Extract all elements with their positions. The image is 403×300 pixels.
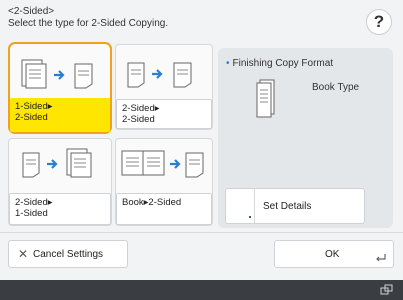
two-sided-to-two-sided-icon bbox=[127, 62, 192, 88]
option-label-line1: 1-Sided▸ bbox=[15, 101, 53, 112]
option-2sided-to-1sided[interactable]: 2-Sided▸ 1-Sided bbox=[8, 138, 112, 226]
status-bar bbox=[0, 280, 403, 300]
option-label-line1: 2-Sided▸ bbox=[15, 197, 53, 208]
option-book-to-2sided[interactable]: Book▸2-Sided bbox=[115, 138, 213, 226]
book-type-icon bbox=[256, 79, 275, 118]
divider bbox=[0, 232, 403, 233]
one-sided-to-two-sided-icon bbox=[21, 59, 93, 89]
help-button[interactable]: ? bbox=[366, 9, 392, 35]
cancel-settings-label: Cancel Settings bbox=[33, 249, 104, 260]
book-to-two-sided-icon bbox=[121, 150, 204, 178]
enter-arrow-icon bbox=[376, 254, 386, 262]
close-icon: ✕ bbox=[18, 247, 29, 261]
ok-button[interactable]: OK bbox=[274, 240, 394, 268]
finishing-value: Book Type bbox=[312, 82, 360, 93]
screen-title: <2-Sided> bbox=[8, 6, 55, 17]
set-details-button[interactable]: Set Details bbox=[225, 188, 365, 224]
option-label-line1: 2-Sided▸ bbox=[122, 103, 160, 114]
screen-instruction: Select the type for 2-Sided Copying. bbox=[8, 18, 169, 29]
two-sided-to-one-sided-icon bbox=[22, 148, 92, 178]
option-1sided-to-2sided[interactable]: 1-Sided▸ 2-Sided bbox=[8, 42, 112, 134]
option-label-line1: Book▸2-Sided bbox=[122, 197, 182, 208]
set-details-label: Set Details bbox=[263, 201, 312, 212]
option-label-line2: 2-Sided bbox=[122, 114, 155, 125]
set-details-tab bbox=[226, 189, 255, 223]
option-label-line2: 2-Sided bbox=[15, 112, 48, 123]
option-2sided-to-2sided[interactable]: 2-Sided▸ 2-Sided bbox=[115, 44, 213, 130]
finishing-panel: Finishing Copy Format Book Type Set Deta… bbox=[218, 48, 393, 228]
network-status-icon bbox=[380, 284, 393, 295]
ok-label: OK bbox=[325, 249, 340, 260]
option-label-line2: 1-Sided bbox=[15, 208, 48, 219]
finishing-title: Finishing Copy Format bbox=[226, 58, 334, 69]
cancel-settings-button[interactable]: ✕ Cancel Settings bbox=[8, 240, 128, 268]
